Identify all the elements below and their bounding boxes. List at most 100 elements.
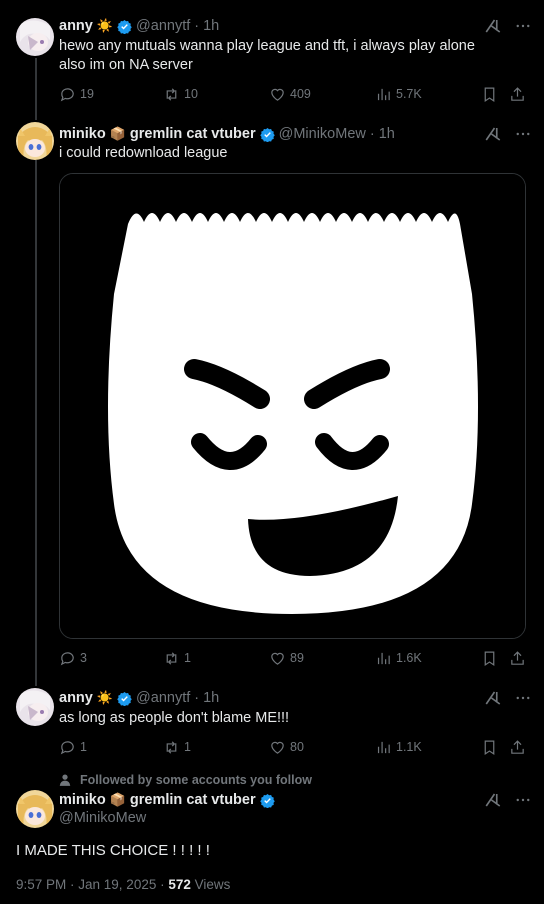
more-icon[interactable]: [514, 791, 532, 809]
retweet-button[interactable]: 1: [163, 648, 191, 668]
views-label: Views: [190, 877, 231, 892]
grok-icon[interactable]: [484, 125, 502, 143]
display-name[interactable]: miniko: [59, 126, 106, 142]
timestamp[interactable]: · 1h: [194, 18, 219, 34]
tweet-text: as long as people don't blame ME!!!: [59, 710, 290, 726]
views-button[interactable]: 1.1K: [375, 737, 422, 757]
reply-count: 3: [80, 651, 87, 665]
avatar-miniko[interactable]: [16, 790, 54, 828]
package-emoji: 📦: [109, 792, 126, 807]
views-button[interactable]: 1.6K: [375, 648, 422, 668]
like-button[interactable]: 80: [269, 737, 304, 757]
grok-icon[interactable]: [484, 791, 502, 809]
tweet-header: anny ☀️ @annytf · 1h: [59, 688, 219, 708]
bookmark-icon: [484, 651, 495, 666]
views-icon: [377, 652, 390, 664]
reply-button[interactable]: 3: [59, 648, 87, 668]
handle[interactable]: @MinikoMew: [59, 810, 146, 826]
timestamp[interactable]: · 1h: [194, 690, 219, 706]
sun-emoji: ☀️: [96, 690, 114, 705]
retweet-count: 1: [184, 740, 191, 754]
followed-by-notice: Followed by some accounts you follow: [58, 773, 312, 787]
views-count: 572: [168, 877, 191, 892]
display-name[interactable]: miniko: [59, 792, 106, 808]
display-name-suffix[interactable]: gremlin cat vtuber: [130, 792, 256, 808]
tweet-top-icons: [484, 17, 532, 35]
bookmark-icon: [484, 740, 495, 755]
tweet-media-image[interactable]: [59, 173, 526, 639]
share-icon: [511, 650, 524, 665]
reply-count: 1: [80, 740, 87, 754]
tweet-top-icons: [484, 689, 532, 707]
tweet-header: miniko 📦 gremlin cat vtuber: [59, 790, 275, 810]
retweet-button[interactable]: 1: [163, 737, 191, 757]
reply-icon: [60, 740, 74, 754]
verified-icon: [117, 19, 132, 34]
tweet-timestamp[interactable]: 9:57 PM · Jan 19, 2025 ·: [16, 877, 168, 892]
share-icon: [511, 86, 524, 101]
tweet-3[interactable]: anny ☀️ @annytf · 1h as long as people d…: [0, 680, 544, 770]
tweet-actions: 19 10 409 5.7K: [59, 84, 529, 104]
grok-icon[interactable]: [484, 17, 502, 35]
share-button[interactable]: [509, 737, 526, 757]
share-icon: [511, 739, 524, 754]
avatar-miniko[interactable]: [16, 122, 54, 160]
verified-icon: [117, 691, 132, 706]
tweet-text: i could redownload league: [59, 145, 228, 161]
verified-icon: [259, 127, 275, 142]
handle[interactable]: @MinikoMew: [279, 126, 366, 142]
share-button[interactable]: [509, 84, 526, 104]
handle[interactable]: @annytf: [136, 690, 190, 706]
grok-icon[interactable]: [484, 689, 502, 707]
like-count: 409: [290, 87, 311, 101]
timestamp[interactable]: · 1h: [370, 126, 395, 142]
retweet-icon: [166, 740, 177, 754]
like-button[interactable]: 89: [269, 648, 304, 668]
verified-icon: [259, 793, 275, 808]
views-icon: [377, 88, 390, 100]
more-icon[interactable]: [514, 125, 532, 143]
main-tweet-text: I MADE THIS CHOICE ! ! ! ! !: [16, 842, 210, 859]
tweet-actions: 1 1 80 1.1K: [59, 737, 529, 757]
view-count: 1.6K: [396, 651, 422, 665]
bookmark-button[interactable]: [481, 648, 498, 668]
reply-count: 19: [80, 87, 94, 101]
tweet-meta: 9:57 PM · Jan 19, 2025 · 572 Views: [16, 877, 230, 892]
share-button[interactable]: [509, 648, 526, 668]
avatar-anny[interactable]: [16, 688, 54, 726]
package-emoji: 📦: [109, 126, 126, 141]
bookmark-button[interactable]: [481, 737, 498, 757]
like-icon: [271, 88, 284, 101]
handle[interactable]: @annytf: [136, 18, 190, 34]
like-icon: [271, 741, 284, 754]
reply-icon: [60, 651, 74, 665]
followed-by-label: Followed by some accounts you follow: [80, 773, 312, 787]
reply-button[interactable]: 1: [59, 737, 87, 757]
display-name[interactable]: anny: [59, 18, 93, 34]
like-button[interactable]: 409: [269, 84, 311, 104]
bookmark-button[interactable]: [481, 84, 498, 104]
tweet-actions: 3 1 89 1.6K: [59, 648, 529, 668]
smirk-face-image: [60, 174, 525, 638]
sun-emoji: ☀️: [96, 18, 114, 33]
view-count: 1.1K: [396, 740, 422, 754]
display-name-suffix[interactable]: gremlin cat vtuber: [130, 126, 256, 142]
avatar-anny[interactable]: [16, 18, 54, 56]
view-count: 5.7K: [396, 87, 422, 101]
like-count: 89: [290, 651, 304, 665]
like-icon: [271, 652, 284, 665]
more-icon[interactable]: [514, 17, 532, 35]
retweet-button[interactable]: 10: [163, 84, 198, 104]
tweet-top-icons: [484, 125, 532, 143]
tweet-header: anny ☀️ @annytf · 1h: [59, 16, 219, 36]
more-icon[interactable]: [514, 689, 532, 707]
views-button[interactable]: 5.7K: [375, 84, 422, 104]
display-name[interactable]: anny: [59, 690, 93, 706]
like-count: 80: [290, 740, 304, 754]
reply-button[interactable]: 19: [59, 84, 94, 104]
retweet-icon: [166, 87, 177, 101]
bookmark-icon: [484, 87, 495, 102]
views-icon: [377, 741, 390, 753]
tweet-1[interactable]: anny ☀️ @annytf · 1h hewo any mutuals wa…: [0, 10, 544, 110]
retweet-icon: [166, 651, 177, 665]
